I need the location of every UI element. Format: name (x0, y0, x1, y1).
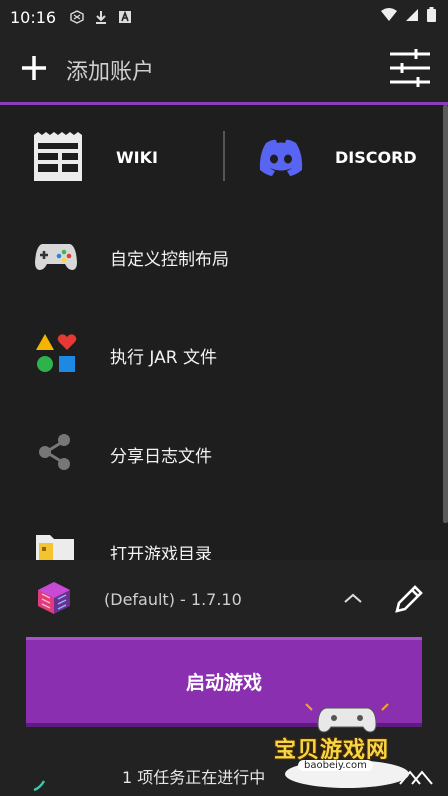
discord-icon[interactable] (257, 138, 305, 178)
settings-sliders-icon[interactable] (388, 48, 432, 88)
share-log-item[interactable]: 分享日志文件 (0, 415, 440, 495)
status-bar: 10:16 (0, 0, 448, 34)
wiki-icon[interactable] (33, 132, 83, 182)
task-status-text: 1 项任务正在进行中 (122, 768, 266, 787)
chevron-up-icon[interactable] (342, 590, 364, 606)
run-jar-item[interactable]: 执行 JAR 文件 (0, 316, 440, 396)
task-progress-icon (33, 780, 46, 792)
open-game-dir-label: 打开游戏目录 (110, 545, 212, 560)
version-selector[interactable]: (Default) - 1.7.10 (104, 590, 242, 609)
pencil-edit-icon[interactable] (392, 582, 426, 616)
links-row: WIKI DISCORD (0, 105, 440, 210)
folder-icon (36, 535, 74, 560)
profile-cube-icon[interactable] (36, 580, 72, 616)
add-account-icon[interactable] (18, 52, 50, 84)
wifi-icon (381, 7, 397, 21)
toolbar: 添加账户 (0, 34, 448, 105)
launcher-menu: WIKI DISCORD 自定义控制布局 执行 JAR 文件 分享日志文件 打开… (0, 105, 448, 560)
watermark: 宝贝游戏网 baobeiy.com (272, 700, 422, 790)
share-icon (39, 434, 70, 470)
menu-scrollbar[interactable] (443, 105, 448, 523)
add-account-title[interactable]: 添加账户 (66, 54, 154, 86)
custom-controls-label: 自定义控制布局 (110, 250, 229, 270)
a-badge-icon (119, 10, 132, 23)
custom-controls-item[interactable]: 自定义控制布局 (0, 218, 440, 298)
download-icon (96, 11, 107, 24)
status-time: 10:16 (10, 7, 57, 27)
run-jar-label: 执行 JAR 文件 (110, 348, 217, 368)
battery-icon (427, 7, 436, 22)
link-divider (223, 131, 225, 181)
discord-link[interactable]: DISCORD (335, 148, 417, 167)
shapes-icon (36, 334, 77, 372)
signal-icon (406, 8, 418, 21)
gamepad-icon (35, 244, 77, 270)
watermark-url: baobeiy.com (298, 760, 373, 771)
wiki-link[interactable]: WIKI (116, 148, 158, 167)
app-notification-icon (70, 10, 84, 24)
share-log-label: 分享日志文件 (110, 447, 212, 467)
open-game-dir-item[interactable]: 打开游戏目录 (0, 513, 440, 560)
